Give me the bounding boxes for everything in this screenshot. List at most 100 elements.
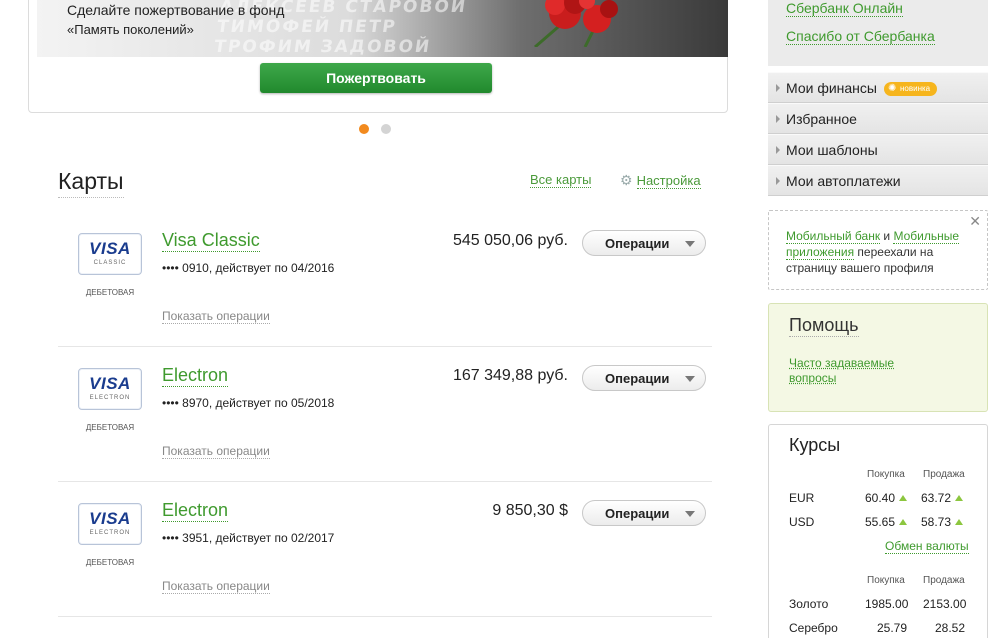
operations-dropdown-button[interactable]: Операции (582, 365, 706, 391)
card-row: VISA ELECTRON ДЕБЕТОВАЯ Electron •••• 89… (58, 347, 712, 482)
sidebar-links: Сбербанк Онлайн Спасибо от Сбербанка (768, 0, 988, 66)
card-row: VISA CLASSIC ДЕБЕТОВАЯ Visa Classic ••••… (58, 212, 712, 347)
chevron-right-icon (776, 177, 780, 185)
sidebar-item-label: Избранное (786, 111, 857, 127)
show-operations-link[interactable]: Показать операции (162, 444, 270, 459)
card-number: •••• 3951, действует по 02/2017 (162, 531, 335, 545)
sidebar-item-my-finances[interactable]: Мои финансы ✺ новинка (768, 72, 988, 103)
metal-sell: 28.52 (935, 621, 966, 635)
chevron-right-icon (776, 115, 780, 123)
currency-buy: 55.65 (865, 515, 908, 529)
operations-label: Операции (605, 235, 670, 251)
sidebar-item-templates[interactable]: Мои шаблоны (768, 134, 988, 165)
card-kind-label: ДЕБЕТОВАЯ (85, 558, 135, 567)
gear-icon: ⚙ (620, 172, 633, 188)
rate-value: 58.73 (921, 515, 952, 529)
rate-value: 55.65 (865, 515, 896, 529)
visa-logo-text: VISA (89, 374, 131, 393)
operations-dropdown-button[interactable]: Операции (582, 230, 706, 256)
metal-name: Серебро (789, 621, 838, 635)
card-name-link[interactable]: Electron (162, 500, 229, 522)
chevron-right-icon (776, 84, 780, 92)
currency-buy: 60.40 (865, 491, 908, 505)
trend-up-icon (899, 519, 908, 525)
trend-up-icon (955, 495, 964, 501)
card-row: VISA ELECTRON ДЕБЕТОВАЯ Electron •••• 39… (58, 482, 712, 617)
rates-title: Курсы (789, 435, 841, 455)
chevron-down-icon (685, 511, 695, 517)
rates-col-buy: Покупка (867, 469, 905, 480)
badge-label: новинка (900, 84, 931, 93)
chevron-right-icon (776, 146, 780, 154)
operations-label: Операции (605, 370, 670, 386)
exchange-rates-panel: Курсы Покупка Продажа EUR 60.40 63.72 US… (768, 424, 988, 638)
card-kind-label: ДЕБЕТОВАЯ (85, 288, 135, 297)
sun-icon: ✺ (888, 83, 897, 94)
sidebar-item-label: Мои шаблоны (786, 142, 878, 158)
visa-card-logo[interactable]: VISA ELECTRON (78, 503, 142, 545)
carousel-dot[interactable] (381, 124, 391, 134)
card-balance: 167 349,88 руб. (452, 367, 568, 384)
card-balance: 9 850,30 $ (492, 502, 568, 519)
mobile-bank-notice: ✕ Мобильный банк и Мобильные приложения … (768, 210, 988, 290)
promo-banner: АЛЕКСЕЕВ СТАРОВОЙ ТИМОФЕЙ ПЕТР ТРОФИМ ЗА… (28, 0, 728, 113)
visa-logo-text: VISA (89, 509, 131, 528)
spasibo-link[interactable]: Спасибо от Сбербанка (786, 28, 935, 45)
currency-sell: 58.73 (921, 515, 964, 529)
currency-sell: 63.72 (921, 491, 964, 505)
promo-text-line: «Память поколений» (67, 22, 194, 37)
card-number: •••• 0910, действует по 04/2016 (162, 261, 335, 275)
sidebar-item-label: Мои финансы (786, 80, 877, 96)
rates-col-sell: Продажа (923, 469, 965, 480)
visa-card-logo[interactable]: VISA CLASSIC (78, 233, 142, 275)
card-name-link[interactable]: Electron (162, 365, 229, 387)
visa-logo-subtext: CLASSIC (93, 260, 127, 266)
currency-code: USD (789, 515, 815, 529)
metal-name: Золото (789, 597, 829, 611)
help-panel: Помощь Часто задаваемые вопросы (768, 303, 988, 412)
cards-settings-link[interactable]: ⚙ Настройка (620, 172, 701, 189)
currency-code: EUR (789, 491, 815, 505)
card-name-link[interactable]: Visa Classic (162, 230, 260, 252)
metal-buy: 25.79 (877, 621, 908, 635)
mobile-bank-link[interactable]: Мобильный банк (786, 229, 881, 244)
sidebar-item-label: Мои автоплатежи (786, 173, 901, 189)
trend-up-icon (955, 519, 964, 525)
donate-button[interactable]: Пожертвовать (260, 63, 492, 93)
show-operations-link[interactable]: Показать операции (162, 309, 270, 324)
all-cards-link[interactable]: Все карты (530, 172, 592, 188)
operations-dropdown-button[interactable]: Операции (582, 500, 706, 526)
notice-and: и (880, 229, 894, 243)
visa-logo-text: VISA (89, 239, 131, 258)
chevron-down-icon (685, 241, 695, 247)
sidebar-menu: Мои финансы ✺ новинка Избранное Мои шабло… (768, 72, 988, 196)
trend-up-icon (899, 495, 908, 501)
sberbank-online-link[interactable]: Сбербанк Онлайн (786, 0, 903, 17)
visa-card-logo[interactable]: VISA ELECTRON (78, 368, 142, 410)
faq-link[interactable]: Часто задаваемые вопросы (789, 356, 919, 386)
rate-value: 63.72 (921, 491, 952, 505)
help-title[interactable]: Помощь (789, 315, 859, 337)
currency-exchange-link[interactable]: Обмен валюты (885, 539, 969, 554)
new-badge: ✺ новинка (884, 82, 938, 96)
card-balance: 545 050,06 руб. (452, 232, 568, 249)
chevron-down-icon (685, 376, 695, 382)
visa-logo-subtext: ELECTRON (89, 395, 131, 401)
card-number: •••• 8970, действует по 05/2018 (162, 396, 335, 410)
notice-text: Мобильный банк и Мобильные приложения пе… (786, 228, 982, 276)
sidebar-item-favorites[interactable]: Избранное (768, 103, 988, 134)
cards-section-title: Карты (58, 168, 124, 198)
metals-col-buy: Покупка (867, 575, 905, 586)
metals-col-sell: Продажа (923, 575, 965, 586)
carousel-dot-active[interactable] (359, 124, 369, 134)
sidebar-item-autopayments[interactable]: Мои автоплатежи (768, 165, 988, 196)
carnation-flowers-image (534, 0, 618, 47)
promo-text: Сделайте пожертвование в фонд «Память по… (67, 1, 284, 39)
visa-logo-subtext: ELECTRON (89, 530, 131, 536)
show-operations-link[interactable]: Показать операции (162, 579, 270, 594)
promo-text-line: Сделайте пожертвование в фонд (67, 2, 285, 18)
metal-sell: 2153.00 (923, 597, 967, 611)
operations-label: Операции (605, 505, 670, 521)
metal-buy: 1985.00 (865, 597, 909, 611)
wall-line: ТРОФИМ ЗАДОВОЙ (212, 37, 433, 57)
